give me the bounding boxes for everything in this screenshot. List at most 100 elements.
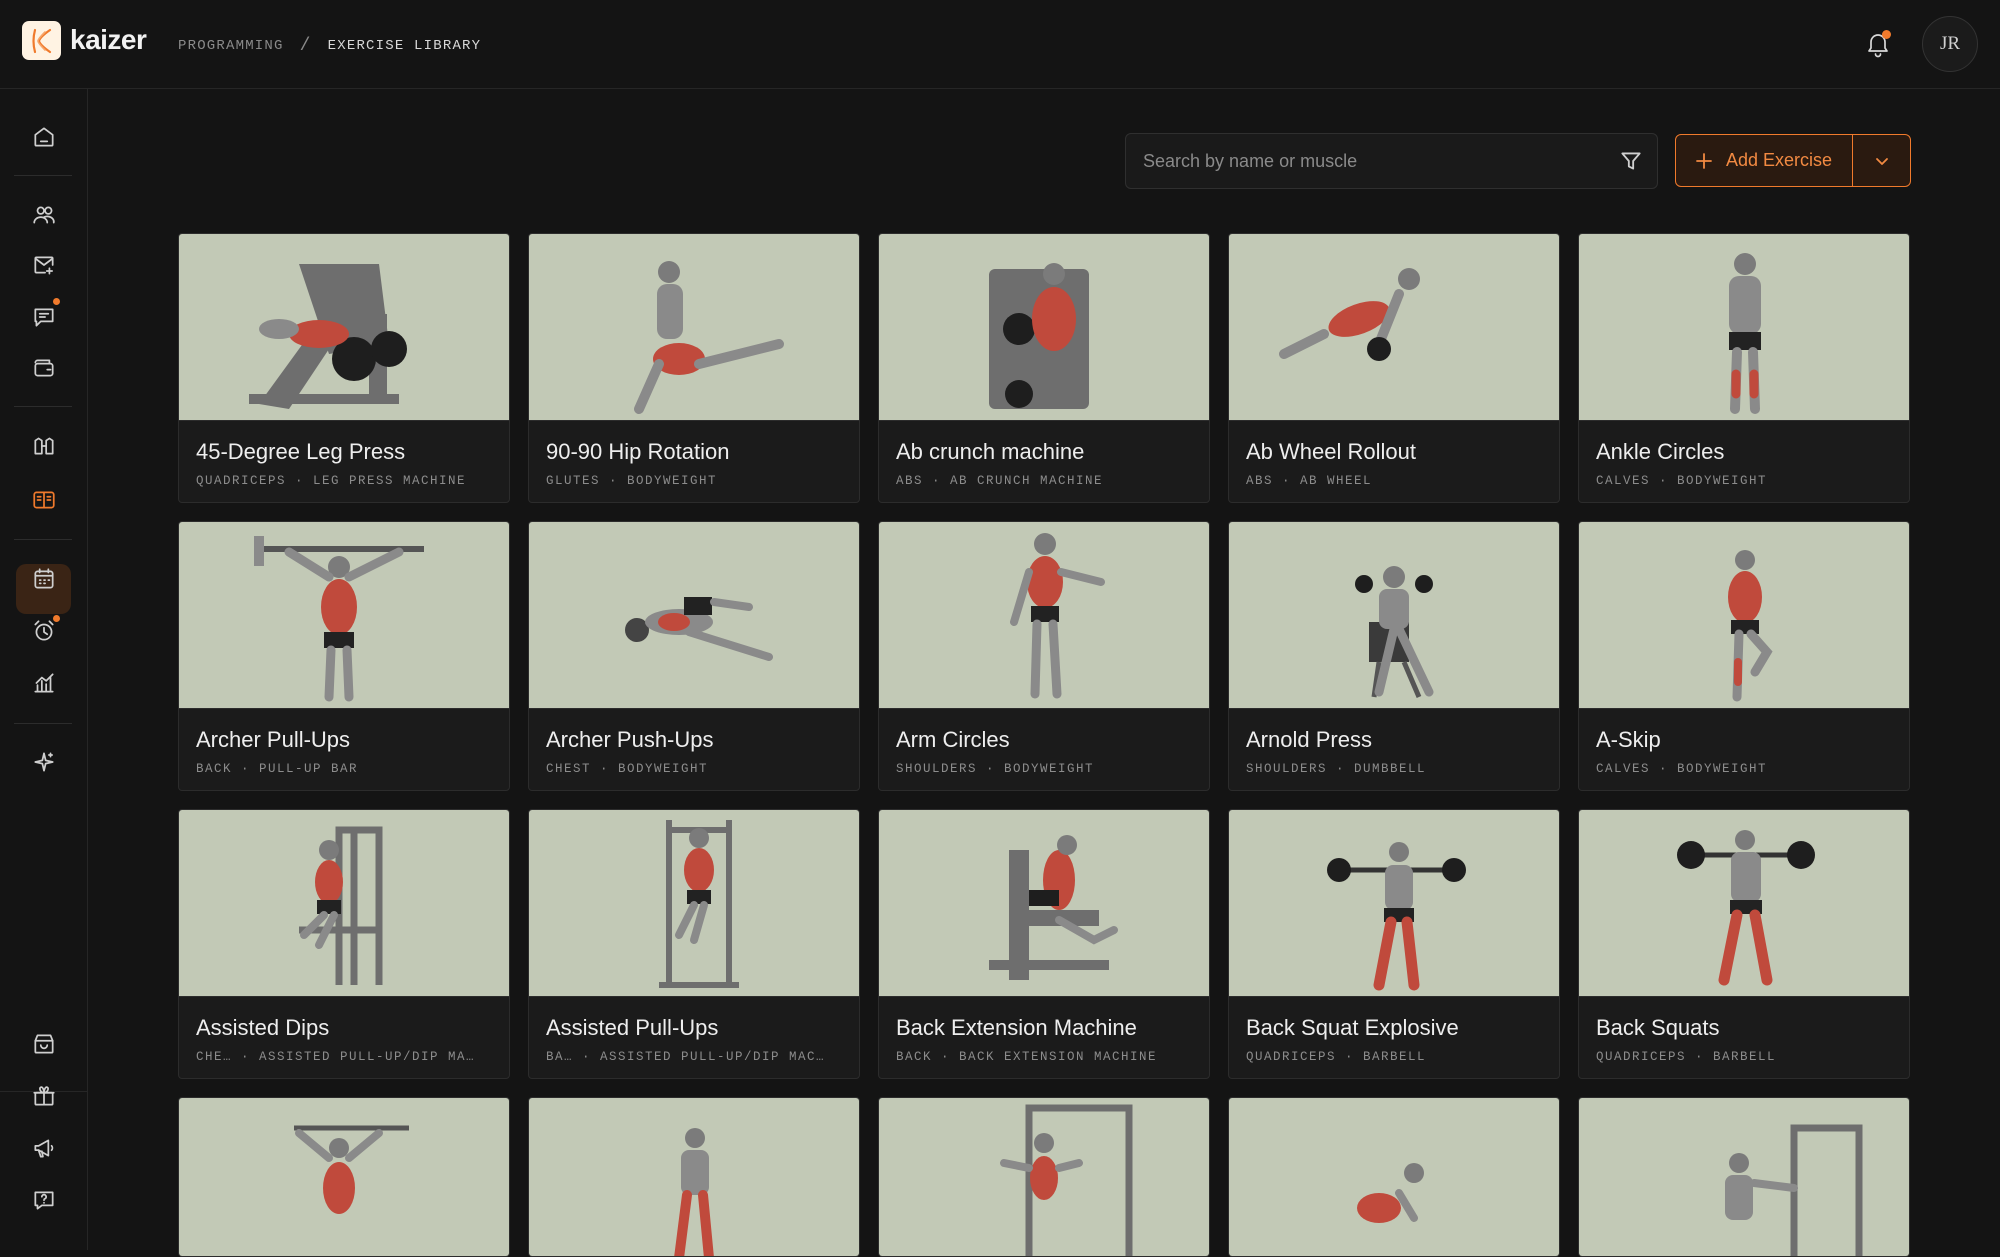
exercise-thumbnail	[879, 234, 1209, 421]
exercise-meta: SHOULDERS · DUMBBELL	[1246, 762, 1427, 776]
filter-icon[interactable]	[1618, 148, 1644, 174]
exercise-meta: SHOULDERS · BODYWEIGHT	[896, 762, 1095, 776]
wallet-icon[interactable]	[28, 352, 60, 384]
analytics-icon[interactable]	[28, 667, 60, 699]
exercise-card[interactable]: Back Squats QUADRICEPS · BARBELL	[1578, 809, 1910, 1079]
add-exercise-button-group: Add Exercise	[1675, 134, 1911, 187]
exercise-thumbnail	[179, 810, 509, 997]
search-box	[1125, 133, 1658, 189]
ai-sparkle-icon[interactable]	[28, 746, 60, 778]
exercise-meta: QUADRICEPS · LEG PRESS MACHINE	[196, 474, 467, 488]
exercise-grid-row-4	[178, 1097, 1910, 1257]
logo-icon[interactable]	[22, 21, 61, 60]
exercise-name: Back Squats	[1596, 1015, 1720, 1040]
exercise-thumbnail	[1579, 810, 1909, 997]
inbox-icon[interactable]	[28, 249, 60, 281]
alarm-badge	[53, 615, 60, 622]
exercise-card[interactable]: Assisted Dips CHE… · ASSISTED PULL-UP/DI…	[178, 809, 510, 1079]
exercise-thumbnail	[879, 1098, 1209, 1256]
messages-badge	[53, 298, 60, 305]
clients-icon[interactable]	[28, 199, 60, 231]
sidebar-divider	[14, 723, 72, 724]
exercise-card[interactable]: Archer Push-Ups CHEST · BODYWEIGHT	[528, 521, 860, 791]
exercise-card[interactable]: 45-Degree Leg Press QUADRICEPS · LEG PRE…	[178, 233, 510, 503]
programs-icon[interactable]	[28, 430, 60, 462]
exercise-thumbnail	[179, 234, 509, 421]
exercise-library-icon[interactable]	[28, 484, 60, 516]
exercise-card[interactable]	[878, 1097, 1210, 1257]
exercise-thumbnail	[1579, 1098, 1909, 1256]
exercise-thumbnail	[529, 1098, 859, 1256]
exercise-thumbnail	[1579, 234, 1909, 421]
breadcrumb-programming[interactable]: PROGRAMMING	[178, 38, 284, 54]
exercise-card[interactable]: Ankle Circles CALVES · BODYWEIGHT	[1578, 233, 1910, 503]
exercise-card[interactable]: Archer Pull-Ups BACK · PULL-UP BAR	[178, 521, 510, 791]
megaphone-icon[interactable]	[28, 1132, 60, 1164]
exercise-meta: CHE… · ASSISTED PULL-UP/DIP MA…	[196, 1050, 476, 1064]
exercise-card[interactable]: Arm Circles SHOULDERS · BODYWEIGHT	[878, 521, 1210, 791]
exercise-card[interactable]: Ab Wheel Rollout ABS · AB WHEEL	[1228, 233, 1560, 503]
exercise-card[interactable]	[1228, 1097, 1560, 1257]
breadcrumb-current: EXERCISE LIBRARY	[327, 38, 482, 54]
breadcrumb: PROGRAMMING / EXERCISE LIBRARY	[178, 36, 481, 56]
notification-dot	[1882, 30, 1891, 39]
sidebar-divider	[14, 539, 72, 540]
store-icon[interactable]	[28, 1028, 60, 1060]
exercise-card[interactable]: 90-90 Hip Rotation GLUTES · BODYWEIGHT	[528, 233, 860, 503]
exercise-card[interactable]: Arnold Press SHOULDERS · DUMBBELL	[1228, 521, 1560, 791]
chevron-down-icon	[1875, 157, 1888, 165]
exercise-meta: QUADRICEPS · BARBELL	[1596, 1050, 1777, 1064]
add-exercise-label: Add Exercise	[1726, 150, 1833, 170]
exercise-meta: BACK · PULL-UP BAR	[196, 762, 359, 776]
exercise-thumbnail	[1229, 234, 1559, 421]
exercise-meta: CALVES · BODYWEIGHT	[1596, 762, 1768, 776]
exercise-thumbnail	[1579, 522, 1909, 709]
exercise-thumbnail	[529, 522, 859, 709]
exercise-name: Back Squat Explosive	[1246, 1015, 1459, 1040]
exercise-card[interactable]: Assisted Pull-Ups BA… · ASSISTED PULL-UP…	[528, 809, 860, 1079]
exercise-thumbnail	[1229, 1098, 1559, 1256]
exercise-meta: CHEST · BODYWEIGHT	[546, 762, 709, 776]
exercise-name: 45-Degree Leg Press	[196, 439, 406, 464]
exercise-name: Assisted Pull-Ups	[546, 1015, 719, 1040]
exercise-card[interactable]: Back Extension Machine BACK · BACK EXTEN…	[878, 809, 1210, 1079]
help-icon[interactable]	[28, 1184, 60, 1216]
exercise-thumbnail	[1229, 810, 1559, 997]
sidebar-divider	[14, 406, 72, 407]
exercise-thumbnail	[879, 522, 1209, 709]
calendar-icon[interactable]	[28, 563, 60, 595]
exercise-card[interactable]: A-Skip CALVES · BODYWEIGHT	[1578, 521, 1910, 791]
exercise-name: Arnold Press	[1246, 727, 1372, 752]
exercise-card[interactable]	[528, 1097, 860, 1257]
exercise-card[interactable]	[1578, 1097, 1910, 1257]
add-exercise-dropdown[interactable]	[1853, 135, 1910, 186]
sidebar-divider	[14, 175, 72, 176]
exercise-name: A-Skip	[1596, 727, 1661, 752]
exercise-meta: BACK · BACK EXTENSION MACHINE	[896, 1050, 1158, 1064]
exercise-thumbnail	[1229, 522, 1559, 709]
exercise-meta: GLUTES · BODYWEIGHT	[546, 474, 718, 488]
exercise-thumbnail	[879, 810, 1209, 997]
exercise-meta: QUADRICEPS · BARBELL	[1246, 1050, 1427, 1064]
exercise-thumbnail	[529, 810, 859, 997]
plus-icon	[1696, 152, 1712, 169]
top-bar: kaizer PROGRAMMING / EXERCISE LIBRARY JR	[0, 0, 2000, 89]
exercise-card[interactable]	[178, 1097, 510, 1257]
exercise-name: Archer Pull-Ups	[196, 727, 351, 752]
exercise-name: Back Extension Machine	[896, 1015, 1137, 1040]
gift-icon[interactable]	[28, 1080, 60, 1112]
exercise-name: Assisted Dips	[196, 1015, 330, 1040]
exercise-thumbnail	[529, 234, 859, 421]
sidebar	[0, 89, 88, 1250]
search-input[interactable]	[1143, 134, 1603, 188]
home-icon[interactable]	[28, 121, 60, 153]
exercise-meta: CALVES · BODYWEIGHT	[1596, 474, 1768, 488]
add-exercise-button[interactable]: Add Exercise	[1676, 135, 1853, 186]
exercise-card[interactable]: Back Squat Explosive QUADRICEPS · BARBEL…	[1228, 809, 1560, 1079]
exercise-card[interactable]: Ab crunch machine ABS · AB CRUNCH MACHIN…	[878, 233, 1210, 503]
exercise-name: 90-90 Hip Rotation	[546, 439, 730, 464]
user-avatar[interactable]: JR	[1922, 16, 1978, 72]
messages-icon[interactable]	[28, 301, 60, 333]
exercise-thumbnail	[179, 1098, 509, 1256]
exercise-meta: BA… · ASSISTED PULL-UP/DIP MAC…	[546, 1050, 826, 1064]
